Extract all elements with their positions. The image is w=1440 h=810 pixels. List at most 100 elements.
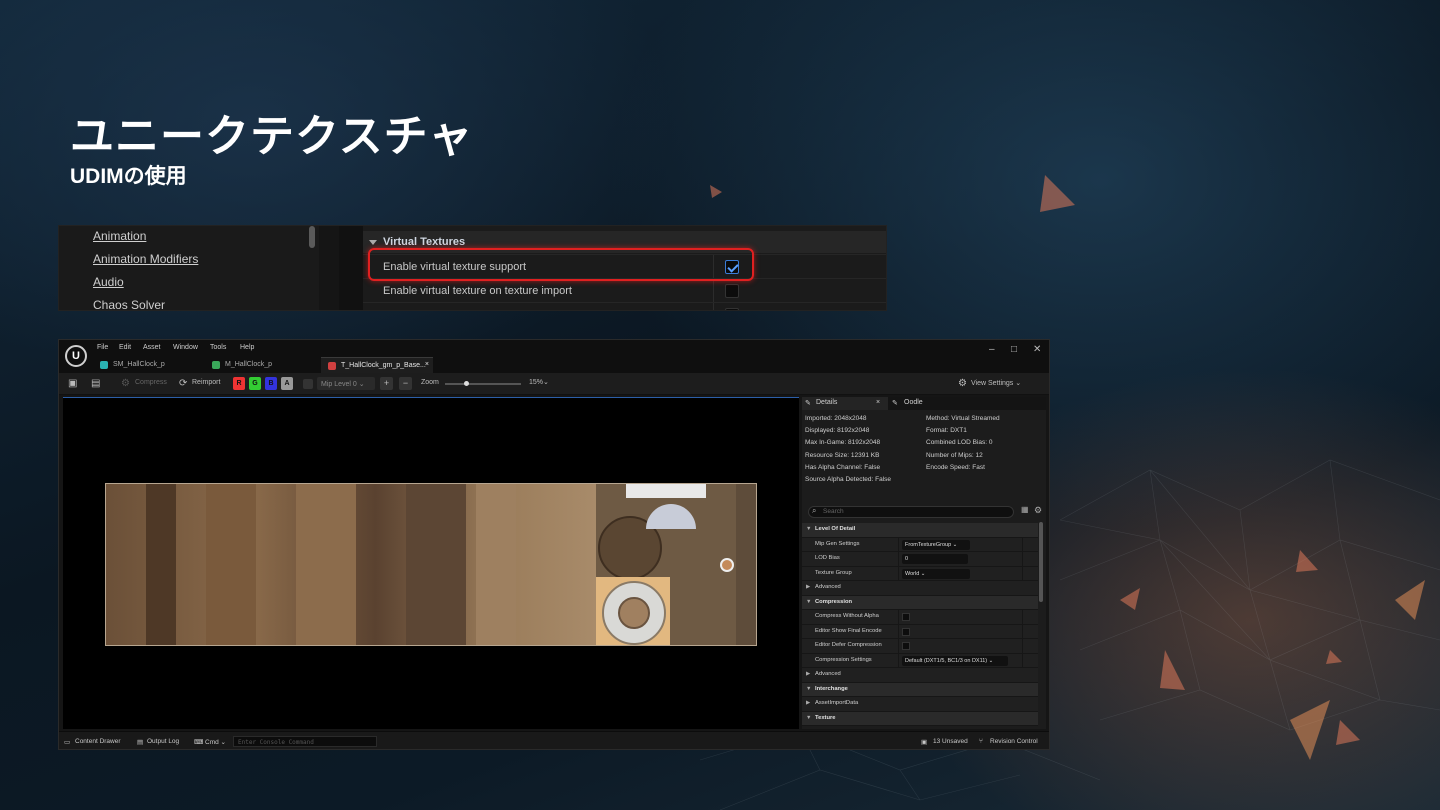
reimport-icon[interactable]: ⟳	[179, 378, 187, 389]
cut-off-checkbox[interactable]	[725, 308, 739, 310]
property-name: Editor Defer Compression	[815, 642, 882, 648]
info-format: Format: DXT1	[926, 427, 967, 434]
info-combined-lod: Combined LOD Bias: 0	[926, 439, 993, 446]
property-dropdown[interactable]: World ⌄	[902, 568, 970, 579]
minimize-icon[interactable]: –	[989, 344, 995, 355]
property-row: Editor Show Final Encode	[802, 624, 1038, 639]
gear-icon[interactable]: ⚙	[1034, 505, 1042, 516]
property-dropdown[interactable]: Default (DXT1/5, BC1/3 on DX11) ⌄	[902, 655, 1008, 666]
vt-import-checkbox[interactable]	[725, 284, 739, 298]
category-animation[interactable]: Animation	[93, 229, 146, 243]
zoom-slider-handle[interactable]	[464, 381, 470, 386]
property-name: Compress Without Alpha	[815, 613, 879, 619]
property-row[interactable]: ▶ Advanced	[802, 668, 1038, 683]
column-separator	[898, 537, 899, 552]
chevron-right-icon[interactable]: ▶	[806, 584, 810, 590]
category-animation-modifiers[interactable]: Animation Modifiers	[93, 252, 198, 266]
texture-strip	[476, 484, 516, 645]
compress-button[interactable]: Compress	[135, 379, 167, 386]
tab-oodle[interactable]: Oodle	[904, 399, 923, 406]
channel-a-button[interactable]: A	[281, 377, 293, 390]
menu-edit[interactable]: Edit	[119, 344, 131, 351]
content-drawer-button[interactable]: Content Drawer	[75, 738, 121, 745]
texture-viewport[interactable]	[63, 397, 799, 729]
zoom-slider[interactable]	[445, 383, 521, 385]
details-panel: ✎ Details × ✎ Oodle Imported: 2048x2048 …	[802, 397, 1046, 729]
tab-sm-hallclock[interactable]: SM_HallClock_p	[93, 357, 203, 373]
property-checkbox[interactable]	[902, 627, 910, 636]
info-has-alpha: Has Alpha Channel: False	[805, 464, 881, 471]
setting-row-vt-import: Enable virtual texture on texture import	[363, 278, 886, 303]
property-input[interactable]: 0	[902, 554, 968, 564]
texture-strip	[736, 484, 756, 645]
pencil-icon: ✎	[892, 400, 898, 407]
tab-close-icon[interactable]: ×	[425, 361, 429, 368]
category-scrollbar[interactable]	[309, 226, 315, 248]
chevron-right-icon[interactable]: ▶	[806, 700, 810, 706]
mip-level-dropdown[interactable]: Mip Level 0 ⌄	[317, 377, 375, 390]
property-row[interactable]: ▶ AssetImportData	[802, 697, 1038, 712]
menu-asset[interactable]: Asset	[143, 344, 161, 351]
property-name: AssetImportData	[815, 700, 859, 706]
category-chaos-solver[interactable]: Chaos Solver	[93, 298, 165, 310]
console-input[interactable]: Enter Console Command	[233, 736, 377, 747]
zoom-in-button[interactable]: +	[380, 377, 393, 390]
view-settings-button[interactable]: View Settings ⌄	[971, 379, 1021, 387]
channel-b-button[interactable]: B	[265, 377, 277, 390]
maximize-icon[interactable]: □	[1011, 344, 1017, 355]
channel-r-button[interactable]: R	[233, 377, 245, 390]
details-close-icon[interactable]: ×	[876, 399, 880, 406]
property-name: Compression	[815, 598, 853, 605]
search-icon: ⌕	[812, 506, 817, 515]
category-audio[interactable]: Audio	[93, 275, 124, 289]
menu-file[interactable]: File	[97, 344, 108, 351]
property-checkbox[interactable]	[902, 613, 910, 621]
unsaved-button[interactable]: 13 Unsaved	[933, 738, 968, 745]
property-name: Editor Show Final Encode	[815, 627, 882, 634]
chevron-down-icon[interactable]: ▼	[806, 715, 811, 721]
property-row: Mip Gen Settings FromTextureGroup ⌄	[802, 537, 1038, 552]
column-separator	[1022, 566, 1023, 581]
save-icon[interactable]: ▣	[68, 378, 77, 389]
chevron-down-icon[interactable]: ▼	[806, 686, 811, 692]
chevron-down-icon[interactable]: ▼	[806, 599, 811, 605]
menu-bar: U File Edit Asset Window Tools Help SM_H…	[59, 340, 1049, 373]
unreal-logo-icon[interactable]: U	[65, 345, 87, 367]
tab-m-hallclock[interactable]: M_HallClock_p	[205, 357, 315, 373]
channel-g-button[interactable]: G	[249, 377, 261, 390]
chevron-right-icon[interactable]: ▶	[806, 671, 810, 677]
property-row[interactable]: ▼ Interchange	[802, 682, 1038, 697]
table-view-icon[interactable]: ▦	[1021, 505, 1029, 514]
column-separator	[898, 653, 899, 668]
details-search-input[interactable]: Search	[808, 506, 1014, 518]
property-row[interactable]: ▶ Advanced	[802, 581, 1038, 596]
zoom-out-button[interactable]: −	[399, 377, 412, 390]
property-dropdown[interactable]: FromTextureGroup ⌄	[902, 539, 970, 550]
close-icon[interactable]: ✕	[1033, 344, 1041, 355]
mip-toggle-checkbox[interactable]	[303, 379, 313, 389]
menu-tools[interactable]: Tools	[210, 344, 226, 351]
property-row[interactable]: ▼ Compression	[802, 595, 1038, 610]
property-row[interactable]: ▼ Level Of Detail	[802, 523, 1038, 538]
tab-details[interactable]: Details	[816, 399, 837, 406]
texture-small-gear	[720, 558, 734, 572]
revision-control-button[interactable]: Revision Control	[990, 738, 1038, 745]
browse-icon[interactable]: ▤	[91, 378, 100, 389]
compress-icon[interactable]: ⚙	[121, 378, 130, 389]
menu-window[interactable]: Window	[173, 344, 198, 351]
details-scrollbar[interactable]	[1039, 522, 1043, 602]
reimport-button[interactable]: Reimport	[192, 379, 220, 386]
cmd-dropdown[interactable]: Cmd ⌄	[205, 738, 226, 746]
output-log-button[interactable]: Output Log	[147, 738, 179, 745]
info-num-mips: Number of Mips: 12	[926, 452, 983, 459]
setting-label-vt-import: Enable virtual texture on texture import	[383, 285, 572, 297]
menu-help[interactable]: Help	[240, 344, 254, 351]
settings-category-list: Animation Animation Modifiers Audio Chao…	[59, 226, 319, 310]
chevron-down-icon[interactable]: ▼	[806, 526, 811, 532]
tab-label: SM_HallClock_p	[113, 361, 165, 368]
chevron-down-icon[interactable]: ⌄	[543, 378, 549, 386]
udim-texture-preview	[105, 483, 757, 646]
property-checkbox[interactable]	[902, 642, 910, 650]
tab-t-hallclock[interactable]: T_HallClock_gm_p_Base... ×	[321, 357, 433, 373]
property-row[interactable]: ▼ Texture	[802, 711, 1038, 726]
